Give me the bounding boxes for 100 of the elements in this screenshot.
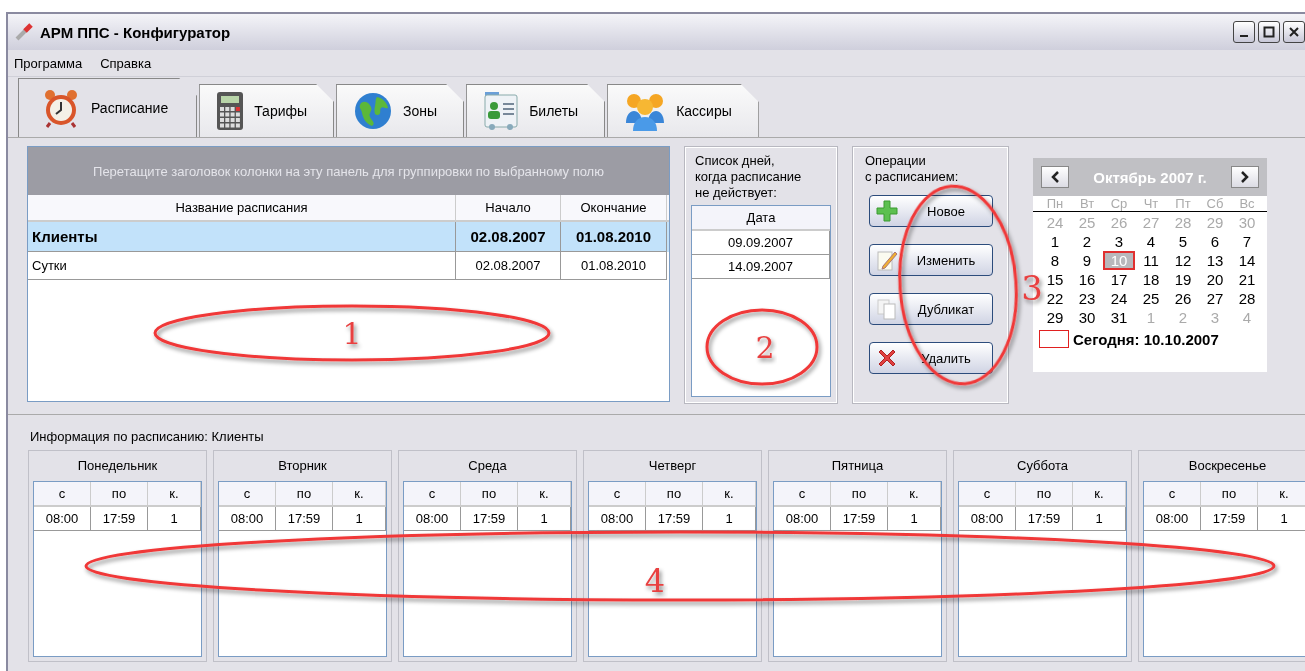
column-header[interactable]: к. xyxy=(703,482,756,505)
weekday-label: Вт xyxy=(1078,196,1096,211)
calendar-day[interactable]: 27 xyxy=(1199,289,1231,308)
calendar-day[interactable]: 19 xyxy=(1167,270,1199,289)
globe-icon xyxy=(353,91,394,131)
weekday-label: Ср xyxy=(1109,196,1129,211)
tab[interactable]: Кассиры xyxy=(607,84,759,137)
column-header[interactable]: с xyxy=(219,482,276,505)
table-cell: 1 xyxy=(148,507,201,531)
close-button[interactable] xyxy=(1283,21,1305,43)
column-header[interactable]: к. xyxy=(148,482,201,505)
calendar-day[interactable]: 28 xyxy=(1231,289,1263,308)
operation-button[interactable]: Дубликат xyxy=(869,293,993,325)
weekday-label: Пн xyxy=(1045,196,1065,211)
calendar-day[interactable]: 23 xyxy=(1071,289,1103,308)
table-cell: 01.08.2010 xyxy=(561,222,667,252)
table-cell: 08:00 xyxy=(34,507,91,531)
id-card-icon xyxy=(483,91,520,131)
month-title: Октябрь 2007 г. xyxy=(1093,168,1207,186)
notepad-pencil-icon xyxy=(876,249,898,271)
column-header[interactable]: Начало xyxy=(456,195,561,220)
calendar-day[interactable]: 2 xyxy=(1071,232,1103,251)
calendar-day[interactable]: 7 xyxy=(1231,232,1263,251)
tab[interactable]: Зоны xyxy=(336,84,465,137)
column-header[interactable]: к. xyxy=(333,482,386,505)
calendar-day[interactable]: 31 xyxy=(1103,308,1135,327)
calendar-day[interactable]: 24 xyxy=(1103,289,1135,308)
column-header[interactable]: с xyxy=(34,482,91,505)
column-header[interactable]: по xyxy=(831,482,888,505)
calendar-day[interactable]: 11 xyxy=(1135,251,1167,270)
table-cell: 17:59 xyxy=(831,507,888,531)
day-name: Воскресенье xyxy=(1187,457,1268,475)
previous-month-button[interactable] xyxy=(1041,166,1069,188)
table-cell: 08:00 xyxy=(589,507,646,531)
operation-button[interactable]: Изменить xyxy=(869,244,993,276)
tab[interactable]: Расписание xyxy=(18,78,198,137)
minimize-button[interactable] xyxy=(1233,21,1255,43)
column-header[interactable]: с xyxy=(774,482,831,505)
chevron-left-icon xyxy=(1050,171,1060,183)
operation-button[interactable]: Удалить xyxy=(869,342,993,374)
column-header[interactable]: с xyxy=(589,482,646,505)
calendar-day[interactable]: 9 xyxy=(1071,251,1103,270)
column-header[interactable]: по xyxy=(91,482,148,505)
column-header[interactable]: с xyxy=(404,482,461,505)
column-header[interactable]: по xyxy=(1201,482,1258,505)
column-header[interactable]: с xyxy=(959,482,1016,505)
table-cell: 09.09.2007 xyxy=(692,231,830,255)
column-header[interactable]: к. xyxy=(1073,482,1126,505)
day-name: Суббота xyxy=(1016,457,1069,475)
calendar-day[interactable]: 30 xyxy=(1071,308,1103,327)
calendar-day[interactable]: 21 xyxy=(1231,270,1263,289)
calendar-day[interactable]: 8 xyxy=(1039,251,1071,270)
column-header[interactable]: по xyxy=(276,482,333,505)
column-header[interactable]: Окончание xyxy=(561,195,667,220)
calendar-day[interactable]: 1 xyxy=(1039,232,1071,251)
column-header[interactable]: к. xyxy=(888,482,941,505)
menu-item[interactable]: Справка xyxy=(98,53,154,73)
maximize-button[interactable] xyxy=(1258,21,1280,43)
plus-icon xyxy=(876,200,898,222)
delete-icon xyxy=(876,347,898,369)
close-icon xyxy=(1288,26,1300,38)
annotation-number: 2 xyxy=(755,330,775,365)
calendar-day[interactable]: 3 xyxy=(1103,232,1135,251)
column-header[interactable]: Дата xyxy=(692,206,830,231)
next-month-button[interactable] xyxy=(1231,166,1259,188)
today-label[interactable]: Сегодня: 10.10.2007 xyxy=(1073,330,1219,348)
column-header[interactable]: по xyxy=(1016,482,1073,505)
calendar-day[interactable]: 20 xyxy=(1199,270,1231,289)
tab[interactable]: Билеты xyxy=(466,84,606,137)
exceptions-caption: Список дней, когда расписание не действует: xyxy=(694,153,803,201)
column-header[interactable]: Название расписания xyxy=(28,195,456,220)
calendar-day[interactable]: 13 xyxy=(1199,251,1231,270)
calendar-day[interactable]: 6 xyxy=(1199,232,1231,251)
calendar-day[interactable]: 29 xyxy=(1039,308,1071,327)
calendar-day[interactable]: 5 xyxy=(1167,232,1199,251)
tab[interactable]: Тарифы xyxy=(199,84,335,137)
column-header[interactable]: по xyxy=(461,482,518,505)
table-cell: 02.08.2007 xyxy=(456,222,561,252)
calendar-day[interactable]: 12 xyxy=(1167,251,1199,270)
calendar-day[interactable]: 16 xyxy=(1071,270,1103,289)
calendar-day[interactable]: 4 xyxy=(1135,232,1167,251)
table-cell: 08:00 xyxy=(1144,507,1201,531)
column-header[interactable]: к. xyxy=(518,482,571,505)
operation-button[interactable]: Новое xyxy=(869,195,993,227)
calendar-day[interactable]: 17 xyxy=(1103,270,1135,289)
calendar-day[interactable]: 18 xyxy=(1135,270,1167,289)
day-name: Четверг xyxy=(647,457,698,475)
table-cell: 17:59 xyxy=(276,507,333,531)
chevron-right-icon xyxy=(1240,171,1250,183)
column-header[interactable]: с xyxy=(1144,482,1201,505)
table-cell: Клиенты xyxy=(28,222,456,252)
menu-item[interactable]: Программа xyxy=(12,53,85,73)
calendar-day[interactable]: 26 xyxy=(1167,289,1199,308)
column-header[interactable]: к. xyxy=(1258,482,1305,505)
minimize-icon xyxy=(1240,35,1248,37)
wrench-icon xyxy=(14,22,34,42)
calendar-day[interactable]: 25 xyxy=(1135,289,1167,308)
column-header[interactable]: по xyxy=(646,482,703,505)
calendar-day[interactable]: 14 xyxy=(1231,251,1263,270)
table-cell: 1 xyxy=(333,507,386,531)
